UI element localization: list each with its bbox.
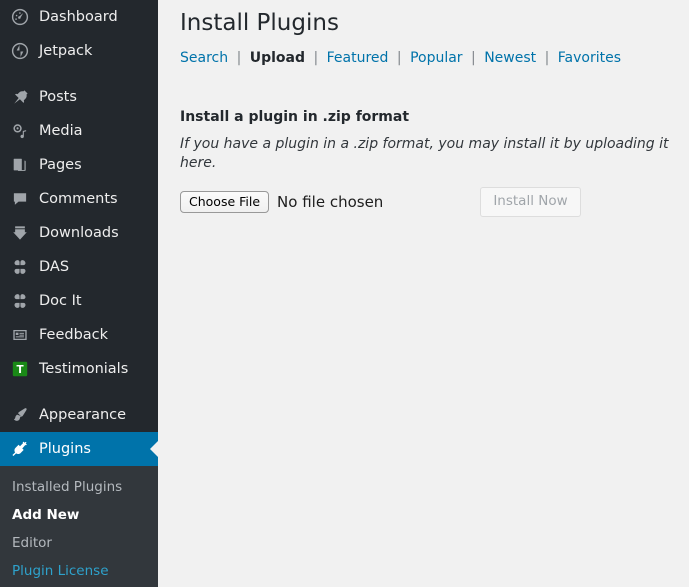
submenu-item-add-new[interactable]: Add New — [0, 501, 158, 529]
admin-screen: Dashboard Jetpack Posts Media Pages Comm… — [0, 0, 689, 587]
admin-sidebar: Dashboard Jetpack Posts Media Pages Comm… — [0, 0, 158, 587]
install-now-button[interactable]: Install Now — [480, 187, 581, 217]
active-menu-pointer-icon — [150, 441, 158, 457]
tab-popular[interactable]: Popular — [410, 50, 463, 66]
sidebar-item-label: DAS — [39, 259, 70, 275]
upload-heading: Install a plugin in .zip format — [180, 109, 410, 125]
plug-icon — [10, 439, 30, 459]
sidebar-item-label: Downloads — [39, 225, 119, 241]
sidebar-item-label: Media — [39, 123, 83, 139]
sidebar-item-feedback[interactable]: Feedback — [0, 318, 158, 352]
comment-bubble-icon — [10, 189, 30, 209]
sidebar-item-doc-it[interactable]: Doc It — [0, 284, 158, 318]
sidebar-item-label: Dashboard — [39, 9, 118, 25]
sidebar-item-label: Plugins — [39, 441, 91, 457]
tab-separator: | — [396, 50, 402, 66]
sidebar-item-posts[interactable]: Posts — [0, 80, 158, 114]
sidebar-item-media[interactable]: Media — [0, 114, 158, 148]
sidebar-item-das[interactable]: DAS — [0, 250, 158, 284]
sidebar-item-jetpack[interactable]: Jetpack — [0, 34, 158, 68]
download-icon — [10, 223, 30, 243]
upload-description: If you have a plugin in a .zip format, y… — [180, 136, 669, 171]
sidebar-item-label: Jetpack — [39, 43, 93, 59]
tab-separator: | — [471, 50, 476, 66]
upload-plugin-section: Install a plugin in .zip format If you h… — [180, 68, 669, 217]
upload-form-row: Choose File No file chosen Install Now — [180, 187, 669, 217]
page-title: Install Plugins — [180, 10, 339, 36]
sidebar-item-dashboard[interactable]: Dashboard — [0, 0, 158, 34]
sidebar-item-appearance[interactable]: Appearance — [0, 398, 158, 432]
sidebar-item-comments[interactable]: Comments — [0, 182, 158, 216]
sidebar-separator — [0, 386, 158, 398]
sidebar-item-pages[interactable]: Pages — [0, 148, 158, 182]
svg-text:T: T — [16, 364, 24, 376]
pages-icon — [10, 155, 30, 175]
tab-separator: | — [313, 50, 319, 66]
sidebar-item-label: Posts — [39, 89, 77, 105]
submenu-item-editor[interactable]: Editor — [0, 529, 158, 557]
submenu-item-plugin-license[interactable]: Plugin License — [0, 557, 158, 585]
clover-plugin-icon — [10, 257, 30, 277]
sidebar-item-label: Testimonials — [39, 361, 129, 377]
tab-newest[interactable]: Newest — [484, 50, 536, 66]
testimonials-t-icon: T — [10, 359, 30, 379]
file-status-label: No file chosen — [277, 193, 384, 211]
sidebar-separator — [0, 68, 158, 80]
sidebar-item-downloads[interactable]: Downloads — [0, 216, 158, 250]
main-content: Install Plugins Search | Upload | Featur… — [158, 0, 689, 587]
sidebar-group-content: Posts Media Pages Comments Downloads DAS… — [0, 80, 158, 386]
paintbrush-icon — [10, 405, 30, 425]
dashboard-gauge-icon — [10, 7, 30, 27]
sidebar-item-label: Comments — [39, 191, 118, 207]
plugin-install-tabs: Search | Upload | Featured | Popular | N… — [180, 42, 669, 68]
plugins-submenu: Installed Plugins Add New Editor Plugin … — [0, 466, 158, 587]
sidebar-group-main: Dashboard Jetpack — [0, 0, 158, 68]
tab-separator: | — [236, 50, 242, 66]
sidebar-item-label: Pages — [39, 157, 82, 173]
sidebar-item-testimonials[interactable]: T Testimonials — [0, 352, 158, 386]
sidebar-item-plugins[interactable]: Plugins — [0, 432, 158, 466]
jetpack-icon — [10, 41, 30, 61]
tab-featured[interactable]: Featured — [327, 50, 389, 66]
tab-favorites[interactable]: Favorites — [558, 50, 621, 66]
submenu-item-installed-plugins[interactable]: Installed Plugins — [0, 473, 158, 501]
tab-upload[interactable]: Upload — [250, 50, 305, 66]
sidebar-item-label: Appearance — [39, 407, 127, 423]
feedback-form-icon — [10, 325, 30, 345]
sidebar-group-system: Appearance Plugins Installed Plugins Add… — [0, 398, 158, 587]
media-icon — [10, 121, 30, 141]
choose-file-button[interactable]: Choose File — [180, 191, 270, 213]
plugin-zip-file-input[interactable]: Choose File No file chosen — [180, 191, 383, 213]
clover-plugin-icon — [10, 291, 30, 311]
pushpin-icon — [10, 87, 30, 107]
sidebar-item-label: Doc It — [39, 293, 82, 309]
tab-search[interactable]: Search — [180, 50, 228, 66]
sidebar-item-label: Feedback — [39, 327, 109, 343]
tab-separator: | — [544, 50, 550, 66]
